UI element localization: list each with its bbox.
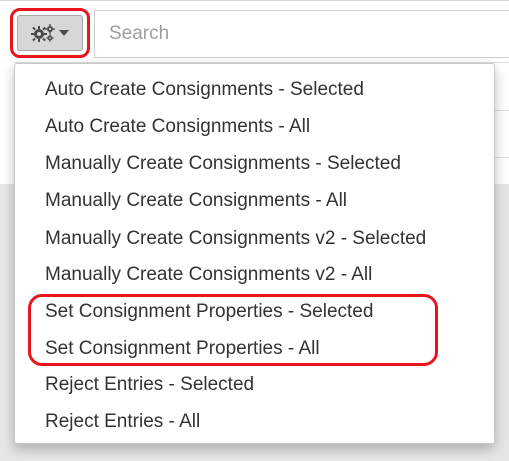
search-input[interactable] bbox=[94, 10, 509, 58]
menu-item-manual-create-v2-all[interactable]: Manually Create Consignments v2 - All bbox=[15, 257, 494, 293]
menu-item-reject-all[interactable]: Reject Entries - All bbox=[15, 404, 494, 440]
menu-item-set-properties-all[interactable]: Set Consignment Properties - All bbox=[15, 331, 494, 367]
settings-dropdown-button[interactable] bbox=[17, 15, 83, 51]
actions-dropdown-menu: Auto Create Consignments - Selected Auto… bbox=[14, 63, 495, 444]
settings-button-highlight bbox=[10, 8, 90, 58]
menu-item-manual-create-all[interactable]: Manually Create Consignments - All bbox=[15, 183, 494, 219]
menu-item-set-properties-selected[interactable]: Set Consignment Properties - Selected bbox=[15, 294, 494, 330]
caret-down-icon bbox=[59, 30, 69, 36]
menu-item-manual-create-selected[interactable]: Manually Create Consignments - Selected bbox=[15, 146, 494, 182]
menu-item-auto-create-selected[interactable]: Auto Create Consignments - Selected bbox=[15, 72, 494, 108]
page: Auto Create Consignments - Selected Auto… bbox=[0, 0, 509, 461]
menu-item-auto-create-all[interactable]: Auto Create Consignments - All bbox=[15, 109, 494, 145]
menu-item-reject-selected[interactable]: Reject Entries - Selected bbox=[15, 367, 494, 403]
gears-icon bbox=[31, 24, 55, 42]
menu-item-manual-create-v2-selected[interactable]: Manually Create Consignments v2 - Select… bbox=[15, 221, 494, 257]
